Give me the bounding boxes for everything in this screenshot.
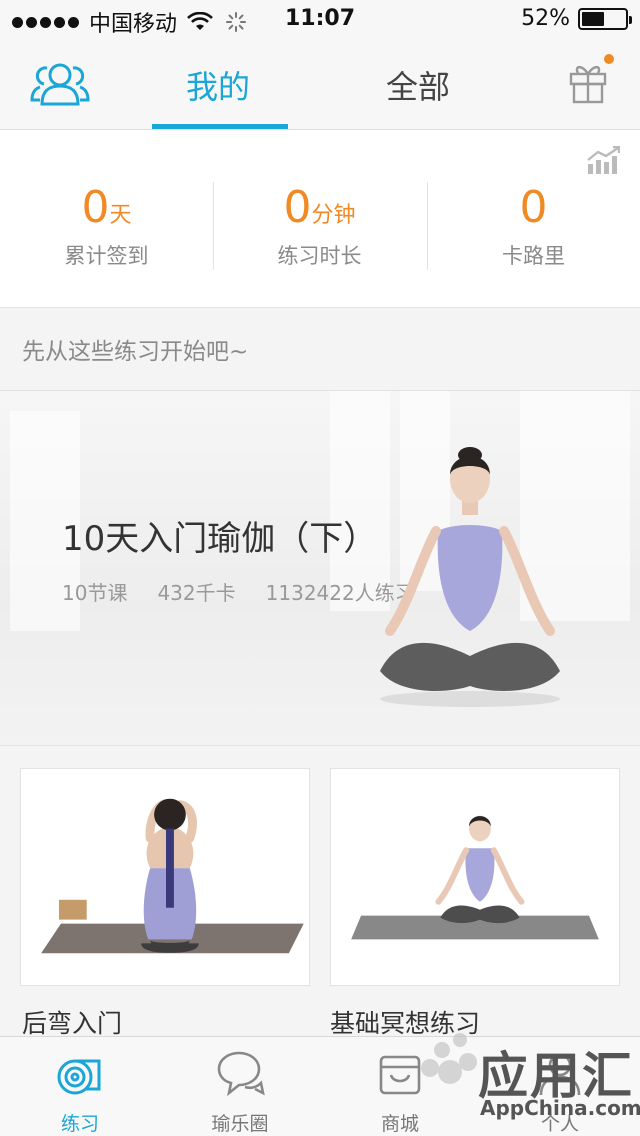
top-nav: 我的 全部 [0, 40, 640, 130]
checkin-value: 0 [81, 182, 110, 233]
section-title: 先从这些练习开始吧~ [22, 339, 249, 365]
featured-course-card[interactable]: 10天入门瑜伽（下） 10节课 432千卡 1132422人练习 [0, 390, 640, 746]
tab-community[interactable]: 瑜乐圈 [160, 1037, 320, 1136]
tab-practice[interactable]: 练习 [0, 1037, 160, 1136]
course-card-backbend[interactable] [20, 768, 310, 986]
course-card-meditation[interactable] [330, 768, 620, 986]
tab-label: 瑜乐圈 [211, 1113, 269, 1135]
duration-label: 练习时长 [277, 244, 362, 268]
calories-label: 卡路里 [502, 244, 565, 268]
stats-panel: 0天 累计签到 0分钟 练习时长 0 卡路里 [0, 130, 640, 308]
course-title[interactable]: 后弯入门 [22, 1004, 122, 1040]
chat-bubbles-icon [217, 1051, 265, 1097]
featured-meta: 10节课 432千卡 1132422人练习 [62, 577, 415, 606]
lesson-count: 10节课 [62, 581, 128, 605]
backbend-pose-image [41, 798, 304, 954]
yoga-mat-icon [57, 1059, 101, 1095]
status-bar: 中国移动 11:07 52% [0, 0, 640, 40]
featured-title: 10天入门瑜伽（下） [62, 519, 378, 559]
checkin-label: 累计签到 [64, 244, 149, 268]
trend-chart-icon[interactable] [586, 146, 620, 174]
calories-value: 0 [519, 182, 548, 233]
tab-mine[interactable]: 我的 [186, 62, 250, 108]
shop-icon [379, 1055, 421, 1095]
stat-checkins: 0天 累计签到 [0, 182, 213, 270]
checkin-unit: 天 [109, 203, 132, 228]
active-tab-indicator [152, 124, 288, 129]
tab-all[interactable]: 全部 [386, 62, 450, 108]
duration-unit: 分钟 [311, 203, 356, 228]
notification-dot [604, 54, 614, 64]
battery-icon [578, 7, 632, 30]
battery-percent: 52% [521, 6, 570, 31]
stat-duration: 0分钟 练习时长 [213, 182, 426, 270]
yoga-instructor-image [380, 447, 560, 707]
meditation-pose-image [351, 815, 599, 940]
users-icon[interactable] [30, 60, 90, 108]
duration-value: 0 [283, 182, 312, 233]
watermark-subtext: AppChina.com [480, 1096, 640, 1120]
gift-icon[interactable] [568, 62, 608, 104]
calorie-count: 432千卡 [157, 581, 236, 605]
tab-label: 练习 [60, 1113, 99, 1135]
stat-calories: 0 卡路里 [427, 182, 640, 270]
